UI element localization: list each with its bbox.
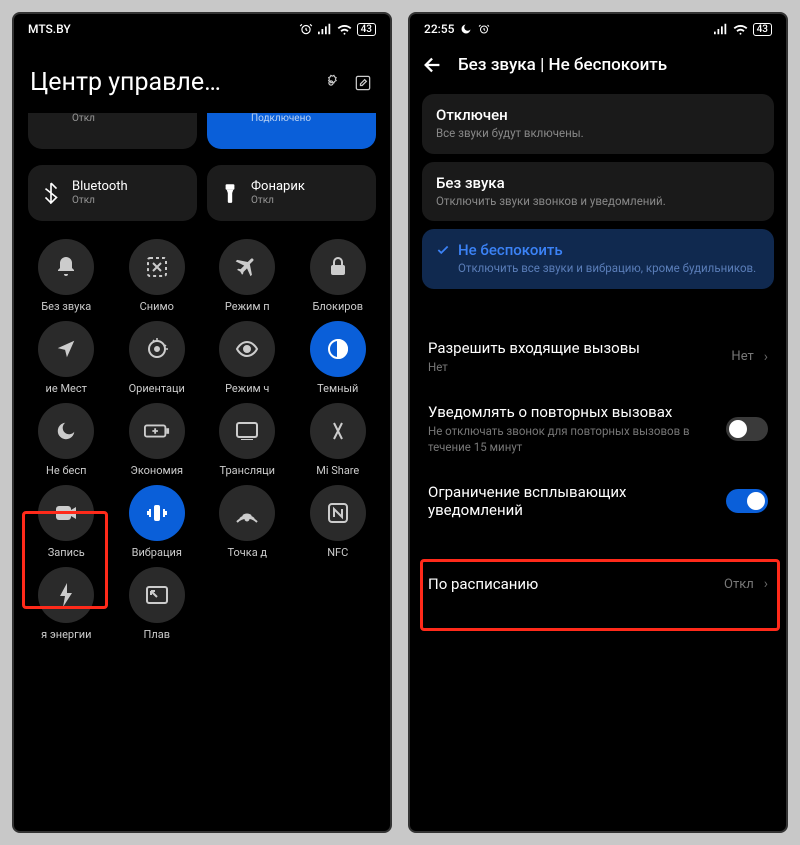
grid-item-vibrate: Вибрация xyxy=(115,485,200,559)
toggle-rotation[interactable] xyxy=(129,321,185,377)
grid-item-mishare: Mi Share xyxy=(296,403,381,477)
grid-label: Режим ч xyxy=(225,382,269,395)
tile-flashlight[interactable]: Фонарик Откл xyxy=(207,165,376,221)
toggle-contrast[interactable] xyxy=(310,321,366,377)
control-center-title: Центр управле… xyxy=(30,68,310,97)
grid-item-location: ие Мест xyxy=(24,321,109,395)
moon-status-icon xyxy=(460,23,472,35)
grid-label: Блокиров xyxy=(312,300,363,313)
row-popup-limit[interactable]: Ограничение всплывающих уведомлений xyxy=(422,469,774,533)
grid-item-contrast: Темный xyxy=(296,321,381,395)
grid-item-bolt: я энергии xyxy=(24,567,109,641)
grid-label: я энергии xyxy=(41,628,91,641)
grid-label: Режим п xyxy=(225,300,270,313)
grid-label: Не бесп xyxy=(46,464,86,477)
quick-settings-grid: Без звука Снимо Режим п Блокиров ие Мест Орие… xyxy=(14,225,390,641)
carrier-label: MTS.BY xyxy=(28,22,71,36)
alarm-status-icon xyxy=(478,23,490,35)
toggle-pip[interactable] xyxy=(129,567,185,623)
mid-tile-row: Bluetooth Откл Фонарик Откл xyxy=(14,161,390,225)
battery-indicator: 43 xyxy=(357,23,376,36)
flashlight-icon xyxy=(219,182,241,204)
grid-label: Ориентаци xyxy=(129,382,185,395)
grid-label: Запись xyxy=(48,546,85,559)
row-schedule[interactable]: По расписанию Откл › xyxy=(422,561,774,607)
check-icon xyxy=(436,243,450,257)
toggle-repeat-calls[interactable] xyxy=(726,417,768,441)
toggle-screenshot[interactable] xyxy=(129,239,185,295)
tile-bluetooth[interactable]: Bluetooth Откл xyxy=(28,165,197,221)
toggle-mishare[interactable] xyxy=(310,403,366,459)
toggle-record[interactable] xyxy=(38,485,94,541)
battery-indicator: 43 xyxy=(753,23,772,36)
bluetooth-icon xyxy=(40,182,62,204)
toggle-bell[interactable] xyxy=(38,239,94,295)
grid-label: Экономия xyxy=(130,464,183,477)
grid-label: Темный xyxy=(317,382,358,395)
toggle-battery-plus[interactable] xyxy=(129,403,185,459)
status-bar: 22:55 43 xyxy=(410,14,786,40)
toggle-airplane[interactable] xyxy=(219,239,275,295)
toggle-popup-limit[interactable] xyxy=(726,489,768,513)
row-repeat-calls[interactable]: Уведомлять о повторных вызовах Не отключ… xyxy=(422,389,774,469)
settings-body: Отключен Все звуки будут включены. Без з… xyxy=(410,94,786,607)
grid-item-record: Запись xyxy=(24,485,109,559)
grid-label: Mi Share xyxy=(316,464,359,477)
grid-label: ие Мест xyxy=(46,382,87,395)
chevron-right-icon: › xyxy=(764,576,768,592)
signal-icon xyxy=(714,23,728,35)
alarm-icon xyxy=(299,22,313,36)
settings-header: Без звука | Не беспокоить xyxy=(410,40,786,94)
grid-item-cast: Трансляци xyxy=(205,403,290,477)
edit-icon[interactable] xyxy=(352,72,374,94)
toggle-cast[interactable] xyxy=(219,403,275,459)
signal-icon xyxy=(318,23,332,35)
row-allow-incoming-calls[interactable]: Разрешить входящие вызовы Нет Нет › xyxy=(422,325,774,390)
grid-label: Точка д xyxy=(227,546,267,559)
phone-control-center: MTS.BY 43 Центр управле… xyxy=(12,12,392,833)
wifi-icon xyxy=(337,23,352,35)
grid-label: Плав xyxy=(144,628,170,641)
status-bar: MTS.BY 43 xyxy=(14,14,390,40)
chevron-right-icon: › xyxy=(764,349,768,365)
grid-item-pip: Плав xyxy=(115,567,200,641)
toggle-location[interactable] xyxy=(38,321,94,377)
option-silent[interactable]: Без звука Отключить звуки звонков и увед… xyxy=(422,162,774,222)
toggle-hotspot[interactable] xyxy=(219,485,275,541)
grid-item-nfc: NFC xyxy=(296,485,381,559)
grid-label: Снимо xyxy=(140,300,174,313)
control-center-header: Центр управле… xyxy=(14,40,390,109)
grid-item-screenshot: Снимо xyxy=(115,239,200,313)
option-dnd[interactable]: Не беспокоить Отключить все звуки и вибр… xyxy=(422,229,774,289)
grid-label: Трансляци xyxy=(219,464,275,477)
grid-label: Без звука xyxy=(41,300,91,313)
settings-gear-icon[interactable] xyxy=(320,72,342,94)
toggle-bolt[interactable] xyxy=(38,567,94,623)
toggle-eye[interactable] xyxy=(219,321,275,377)
top-tile-row: Откл Подключено xyxy=(14,109,390,153)
grid-item-hotspot: Точка д xyxy=(205,485,290,559)
grid-item-moon: Не бесп xyxy=(24,403,109,477)
grid-label: Вибрация xyxy=(132,546,182,559)
toggle-lock[interactable] xyxy=(310,239,366,295)
wifi-icon xyxy=(733,23,748,35)
back-button[interactable] xyxy=(422,54,444,76)
grid-item-lock: Блокиров xyxy=(296,239,381,313)
tile-wifi[interactable]: Подключено xyxy=(207,113,376,149)
grid-label: NFC xyxy=(327,546,348,559)
grid-item-airplane: Режим п xyxy=(205,239,290,313)
tile-mobile-data[interactable]: Откл xyxy=(28,113,197,149)
grid-item-battery-plus: Экономия xyxy=(115,403,200,477)
clock: 22:55 xyxy=(424,22,454,36)
option-disabled[interactable]: Отключен Все звуки будут включены. xyxy=(422,94,774,154)
phone-settings-dnd: 22:55 43 Без звука | Не беспокоить xyxy=(408,12,788,833)
grid-item-bell: Без звука xyxy=(24,239,109,313)
toggle-vibrate[interactable] xyxy=(129,485,185,541)
toggle-moon[interactable] xyxy=(38,403,94,459)
settings-page-title: Без звука | Не беспокоить xyxy=(458,55,667,75)
toggle-nfc[interactable] xyxy=(310,485,366,541)
grid-item-eye: Режим ч xyxy=(205,321,290,395)
grid-item-rotation: Ориентаци xyxy=(115,321,200,395)
